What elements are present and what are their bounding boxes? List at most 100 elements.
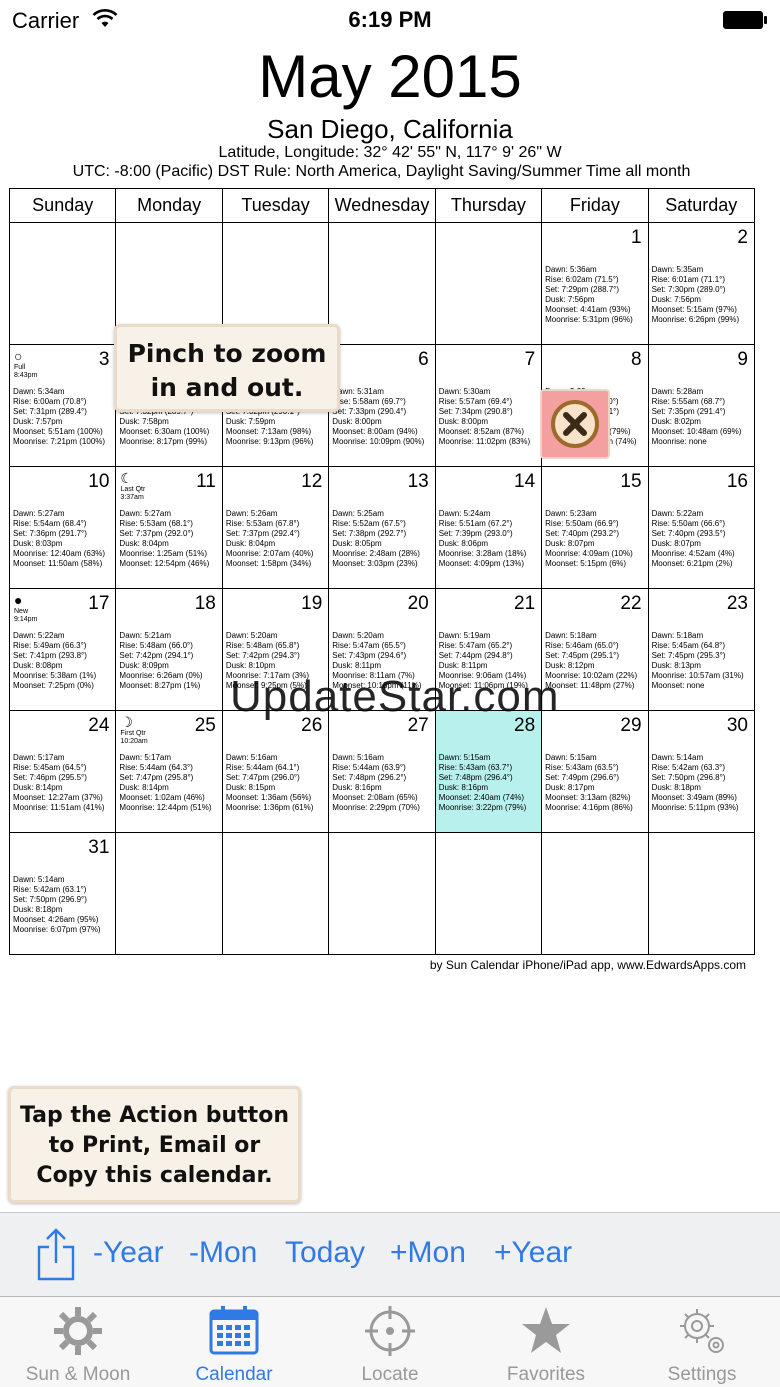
day-cell: 18 Dawn: 5:21am Rise: 5:48am (66.0°) Set: 7… — [116, 589, 223, 711]
time-line: Moonset: 2:40am (74%) — [438, 793, 525, 802]
time-line: Rise: 5:57am (69.4°) — [438, 397, 513, 406]
share-icon[interactable] — [36, 1227, 76, 1281]
time-line: Dawn: 5:27am — [119, 509, 172, 518]
sun-moon-times: Dawn: 5:16am Rise: 5:44am (64.1°) Set: 7:4… — [226, 753, 327, 813]
time-line: Rise: 5:47am (65.2°) — [438, 641, 513, 650]
time-line: Set: 7:41pm (293.8°) — [13, 651, 87, 660]
time-line: Rise: 5:51am (67.2°) — [438, 519, 513, 528]
tab-settings[interactable]: Settings — [624, 1297, 780, 1387]
time-line: Rise: 5:42am (63.1°) — [13, 885, 87, 894]
empty-cell — [435, 223, 543, 345]
time-line: Moonrise: 3:28am (18%) — [438, 549, 527, 558]
day-number: 3 — [98, 349, 110, 370]
tab-label: Sun & Moon — [25, 1364, 131, 1385]
time-line: Moonset: 1:36am (56%) — [225, 793, 312, 802]
next-year-button[interactable]: +Year — [494, 1236, 572, 1270]
sun-moon-times: Dawn: 5:15am Rise: 5:43am (63.5°) Set: 7:4… — [545, 753, 646, 813]
day-cell: 1 Dawn: 5:36am Rise: 6:02am (71.5°) Set: 7:… — [542, 223, 649, 345]
sun-moon-times: Dawn: 5:15am Rise: 5:43am (63.7°) Set: 7:4… — [439, 753, 540, 813]
crosshair-icon — [365, 1306, 415, 1356]
time-line: Rise: 5:47am (65.5°) — [332, 641, 406, 650]
moon-phase-name: Last Qtr — [120, 486, 146, 493]
day-number: 25 — [194, 715, 216, 736]
sun-moon-times: Dawn: 5:27am Rise: 5:53am (68.1°) Set: 7:3… — [119, 509, 220, 569]
time-line: Rise: 5:54am (68.4°) — [13, 519, 87, 528]
moon-phase: ☽ First Qtr 10:20am — [120, 715, 147, 746]
star-icon — [522, 1307, 570, 1353]
action-tip: Tap the Action button to Print, Email or… — [8, 1086, 301, 1203]
time-line: Moonrise: none — [651, 437, 707, 446]
time-line: Set: 7:30pm (289.0°) — [651, 285, 726, 294]
action-tip-line: to Print, Email or — [48, 1133, 261, 1158]
tab-sun-moon[interactable]: Sun & Moon — [0, 1297, 156, 1387]
time-line: Rise: 5:45am (64.5°) — [13, 763, 87, 772]
close-tip-button[interactable] — [540, 389, 610, 459]
day-cell: 6 Dawn: 5:31am Rise: 5:58am (69.7°) Set: 7:… — [329, 345, 436, 467]
time-line: Rise: 5:44am (63.9°) — [332, 763, 406, 772]
time-line: Moonrise: 2:48am (28%) — [332, 549, 420, 558]
tab-label: Favorites — [506, 1364, 586, 1385]
time-line: Moonrise: 6:26am (0%) — [119, 671, 203, 680]
battery-icon — [723, 11, 767, 29]
time-line: Rise: 5:53am (67.8°) — [225, 519, 300, 528]
prev-month-button[interactable]: -Mon — [189, 1236, 257, 1270]
zoom-tip: Pinch to zoom in and out. — [114, 324, 340, 412]
next-month-button[interactable]: +Mon — [390, 1236, 466, 1270]
prev-year-button[interactable]: -Year — [93, 1236, 164, 1270]
time-line: Moonrise: 5:38am (1%) — [13, 671, 97, 680]
tab-locate[interactable]: Locate — [312, 1297, 468, 1387]
time-line: Dawn: 5:23am — [545, 509, 597, 518]
time-line: Set: 7:48pm (296.2°) — [332, 773, 407, 782]
time-line: Moonset: 3:03pm (23%) — [332, 559, 418, 568]
sun-icon — [54, 1307, 102, 1355]
time-line: Dusk: 8:09pm — [119, 661, 169, 670]
day-number: 29 — [620, 715, 642, 736]
time-line: Dawn: 5:22am — [651, 509, 704, 518]
time-line: Dawn: 5:16am — [225, 753, 278, 762]
day-cell: 10 Dawn: 5:27am Rise: 5:54am (68.4°) Set: 7… — [10, 467, 117, 589]
day-cell: 3 ○ Full 8:43pm Dawn: 5:34am Rise: 6:00am (70… — [10, 345, 117, 467]
time-line: Set: 7:37pm (292.4°) — [225, 529, 300, 538]
time-line: Dusk: 8:02pm — [651, 417, 701, 426]
tab-favorites[interactable]: Favorites — [468, 1297, 624, 1387]
day-number: 1 — [630, 227, 642, 248]
time-line: Dawn: 5:30am — [438, 387, 491, 396]
time-line: Set: 7:47pm (295.8°) — [119, 773, 194, 782]
today-button[interactable]: Today — [285, 1236, 365, 1270]
time-line: Moonrise: 5:11pm (93%) — [651, 803, 739, 812]
gear-icon — [680, 1309, 724, 1353]
time-line: Set: 7:40pm (293.5°) — [651, 529, 726, 538]
time-line: Rise: 5:53am (68.1°) — [119, 519, 193, 528]
time-line: Dusk: 7:56pm — [651, 295, 701, 304]
tab-calendar[interactable]: Calendar — [156, 1297, 312, 1387]
time-line: Set: 7:47pm (296.0°) — [225, 773, 300, 782]
weekday-label: Sunday — [10, 189, 117, 223]
time-line: Moonset: 6:30am (100%) — [119, 427, 210, 436]
latitude-longitude: Latitude, Longitude: 32° 42' 55" N, 117°… — [218, 144, 562, 161]
time-line: Dusk: 8:17pm — [545, 783, 595, 792]
sun-moon-times: Dawn: 5:36am Rise: 6:02am (71.5°) Set: 7:2… — [545, 265, 646, 325]
moon-phase-icon: ○ — [14, 348, 23, 364]
navigation-toolbar: -Year -Mon Today +Mon +Year — [0, 1212, 780, 1296]
time-line: Dawn: 5:22am — [13, 631, 65, 640]
time-line: Rise: 5:58am (69.7°) — [332, 397, 406, 406]
day-number: 7 — [524, 349, 536, 370]
moon-phase-icon: ☾ — [120, 470, 133, 486]
moon-phase-icon: ☽ — [120, 714, 133, 730]
time-line: Dusk: 8:14pm — [13, 783, 63, 792]
time-line: Moonrise: 11:02pm (83%) — [438, 437, 531, 446]
time-line: Moonset: 5:51am (100%) — [13, 427, 103, 436]
day-cell: 28 Dawn: 5:15am Rise: 5:43am (63.7°) Set: 7… — [435, 711, 543, 833]
moon-phase-time: 8:43pm — [14, 372, 38, 379]
day-cell: 26 Dawn: 5:16am Rise: 5:44am (64.1°) Set: 7… — [222, 711, 330, 833]
sun-moon-times: Dawn: 5:22am Rise: 5:50am (66.6°) Set: 7:4… — [652, 509, 753, 569]
sun-moon-times: Dawn: 5:14am Rise: 5:42am (63.1°) Set: 7:5… — [13, 875, 114, 935]
time-line: Dusk: 7:56pm — [545, 295, 595, 304]
empty-cell — [222, 833, 330, 955]
time-line: Dusk: 7:57pm — [13, 417, 63, 426]
time-line: Moonset: 10:48am (69%) — [651, 427, 742, 436]
time-line: Set: 7:36pm (291.7°) — [13, 529, 87, 538]
time-line: Dawn: 5:21am — [119, 631, 172, 640]
time-line: Set: 7:45pm (295.1°) — [545, 651, 620, 660]
day-cell: 7 Dawn: 5:30am Rise: 5:57am (69.4°) Set: 7:… — [435, 345, 543, 467]
